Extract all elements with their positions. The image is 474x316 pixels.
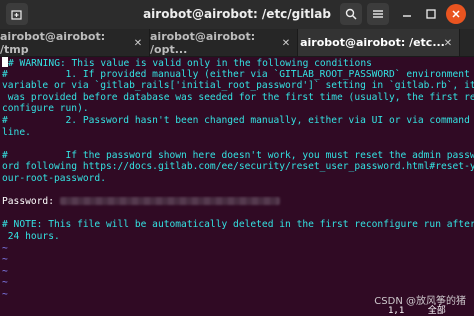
search-button[interactable] (340, 3, 362, 25)
redacted-password (59, 197, 280, 206)
search-icon (345, 8, 357, 20)
title-bar: airobot@airobot: /etc/gitlab (0, 0, 474, 29)
watermark: CSDN @放风筝的猪 (374, 296, 466, 307)
cursor-position: 1,1 (388, 306, 405, 316)
terminal-view[interactable]: # WARNING: This value is valid only in t… (0, 57, 474, 313)
terminal-line: # If the password shown here doesn't wor… (2, 149, 474, 161)
tab-label: airobot@airobot: /etc... (300, 36, 445, 49)
terminal-line: # WARNING: This value is valid only in t… (2, 57, 474, 69)
terminal-line: our-root-password. (2, 172, 106, 184)
empty-buffer-line: ~ (2, 254, 8, 266)
terminal-line: # 1. If provided manually (either via `G… (2, 68, 470, 80)
terminal-line: 24 hours. (2, 230, 60, 242)
password-line: Password: (2, 196, 474, 208)
minimize-button[interactable] (396, 3, 418, 25)
tab-close-icon[interactable]: ✕ (441, 36, 455, 50)
tab-close-icon[interactable]: ✕ (131, 36, 145, 50)
tab-close-icon[interactable]: ✕ (279, 36, 293, 50)
menu-button[interactable] (367, 3, 389, 25)
tab-bar: airobot@airobot: /tmp ✕ airobot@airobot:… (0, 29, 474, 57)
terminal-line: ord following https://docs.gitlab.com/ee… (2, 161, 474, 173)
maximize-button[interactable] (420, 3, 442, 25)
terminal-line: configure run). (2, 103, 89, 115)
tab-tmp[interactable]: airobot@airobot: /tmp ✕ (0, 29, 150, 56)
terminal-line: # NOTE: This file will be automatically … (2, 219, 474, 231)
terminal-line: was provided before database was seeded … (2, 91, 474, 103)
minimize-icon (403, 15, 411, 17)
line-text: # WARNING: This value is valid only in t… (8, 58, 372, 69)
close-button[interactable] (446, 4, 466, 24)
new-tab-button[interactable] (6, 3, 28, 25)
password-label: Password: (2, 196, 60, 208)
maximize-icon (426, 9, 436, 19)
close-icon (452, 10, 460, 18)
terminal-line: variable or via `gitlab_rails['initial_r… (2, 80, 474, 92)
scroll-position: 全部 (427, 306, 446, 316)
tab-label: airobot@airobot: /tmp (0, 29, 106, 56)
hamburger-menu-icon (373, 10, 383, 18)
tab-opt[interactable]: airobot@airobot: /opt... ✕ (150, 29, 298, 56)
empty-buffer-line: ~ (2, 242, 8, 254)
terminal-line: # 2. Password hasn't been changed manual… (2, 114, 470, 126)
tab-label: airobot@airobot: /opt... (150, 29, 256, 56)
tab-etc-active[interactable]: airobot@airobot: /etc... ✕ (298, 29, 460, 56)
terminal-line: line. (2, 126, 31, 138)
empty-buffer-line: ~ (2, 277, 8, 289)
empty-buffer-line: ~ (2, 265, 8, 277)
new-tab-icon (11, 10, 22, 20)
